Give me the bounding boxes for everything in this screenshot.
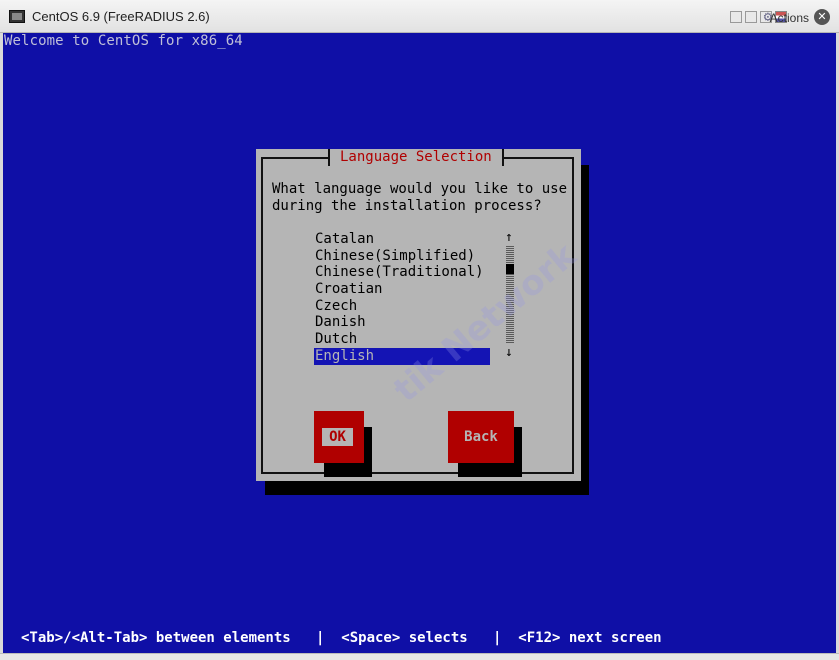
scrollbar-thumb[interactable]: [506, 264, 514, 274]
keyboard-hint-footer: <Tab>/<Alt-Tab> between elements | <Spac…: [21, 630, 662, 646]
list-item-selected[interactable]: English: [314, 347, 490, 365]
list-item[interactable]: Chinese(Simplified): [314, 248, 490, 265]
scrollbar-track[interactable]: [506, 246, 514, 344]
prompt-line-2: during the installation process?: [272, 198, 542, 214]
console-window-icon: [9, 10, 25, 23]
host-bottom-strip: [0, 653, 839, 660]
list-item[interactable]: Danish: [314, 314, 490, 331]
back-button[interactable]: Back: [448, 411, 514, 463]
keyboard-icon[interactable]: [730, 11, 742, 23]
console-screen[interactable]: Welcome to CentOS for x86_64 Language Se…: [3, 33, 836, 653]
dialog-prompt: What language would you like to use duri…: [272, 181, 572, 215]
ok-button[interactable]: OK: [314, 411, 364, 463]
language-selection-dialog: Language Selection What language would y…: [256, 149, 581, 481]
list-item[interactable]: Dutch: [314, 331, 490, 348]
dialog-title: Language Selection: [328, 149, 504, 166]
welcome-text: Welcome to CentOS for x86_64: [4, 33, 243, 49]
prompt-line-1: What language would you like to use: [272, 181, 568, 197]
screen-icon[interactable]: [745, 11, 757, 23]
language-list[interactable]: Catalan Chinese(Simplified) Chinese(Tradit…: [314, 231, 490, 365]
back-button-label: Back: [464, 429, 498, 445]
list-item[interactable]: Catalan: [314, 231, 490, 248]
list-item[interactable]: Croatian: [314, 281, 490, 298]
scroll-up-arrow-icon[interactable]: ↑: [505, 230, 513, 245]
window-title: CentOS 6.9 (FreeRADIUS 2.6): [32, 9, 210, 24]
list-item[interactable]: Czech: [314, 298, 490, 315]
close-icon[interactable]: ✕: [814, 9, 830, 25]
list-item[interactable]: Chinese(Traditional): [314, 264, 490, 281]
window-title-bar: CentOS 6.9 (FreeRADIUS 2.6) ⚙ Actions ✕: [0, 0, 839, 33]
scroll-down-arrow-icon[interactable]: ↓: [505, 345, 513, 360]
actions-menu[interactable]: Actions: [770, 11, 809, 25]
ok-button-label: OK: [322, 428, 353, 446]
